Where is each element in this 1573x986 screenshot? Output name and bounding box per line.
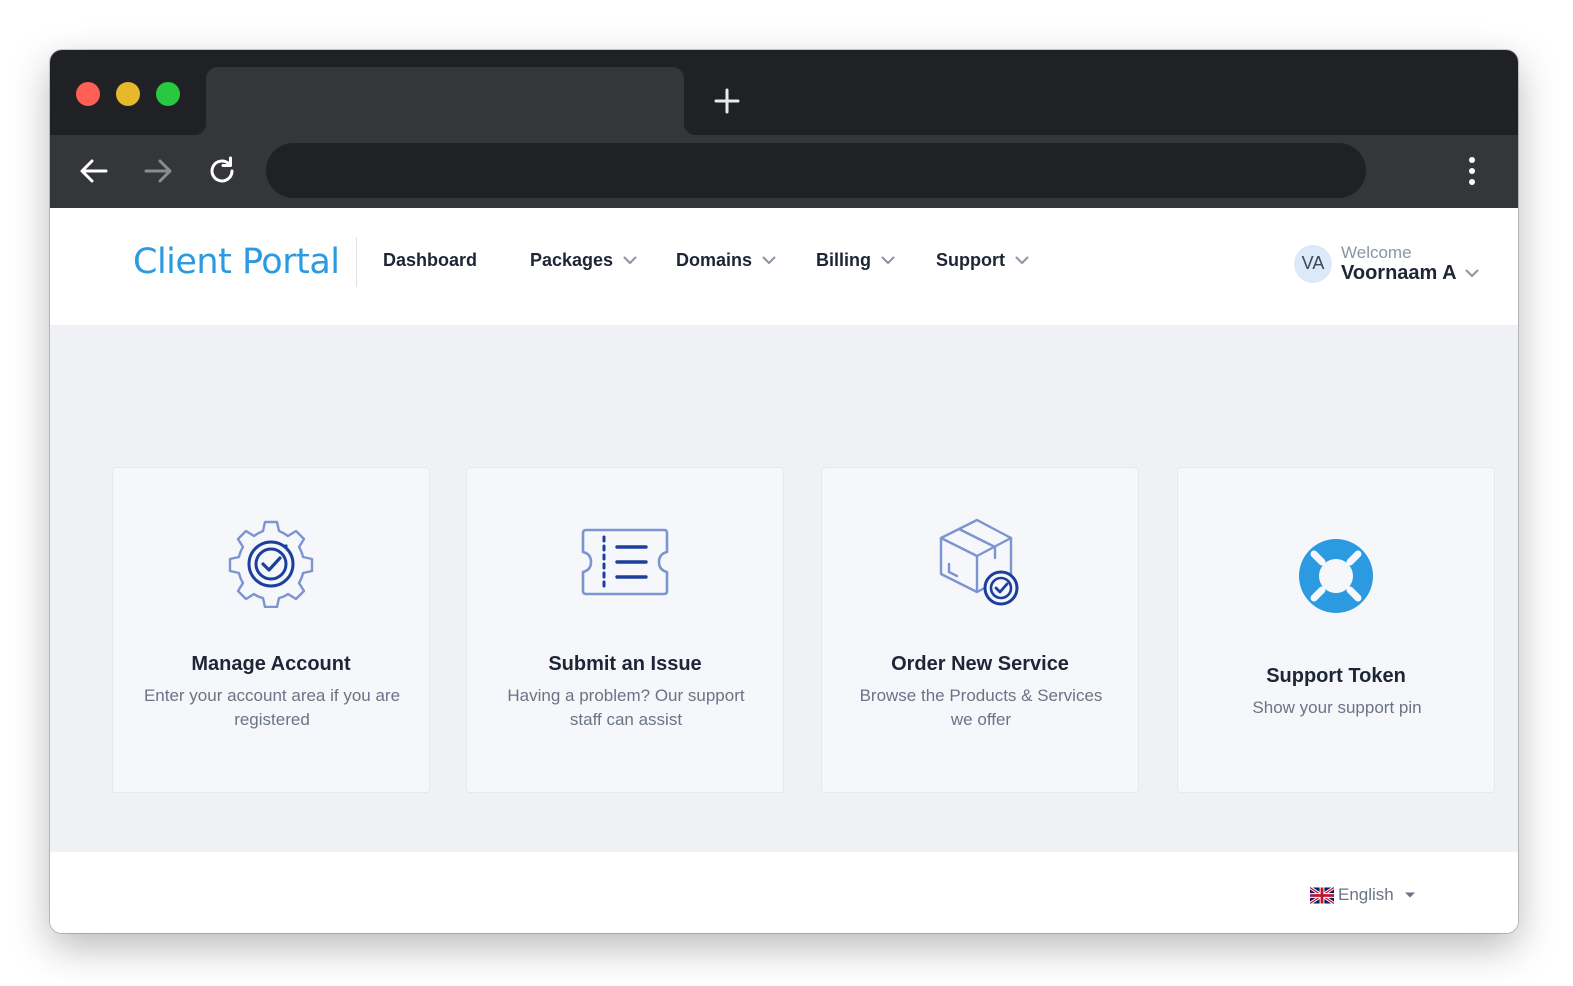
nav-label: Support xyxy=(936,250,1005,270)
nav-support[interactable]: Support xyxy=(936,250,1029,271)
address-bar[interactable] xyxy=(266,143,1366,198)
back-arrow-icon[interactable] xyxy=(76,153,112,189)
reload-icon[interactable] xyxy=(204,153,240,189)
card-description: Enter your account area if you are regis… xyxy=(143,686,401,729)
browser-toolbar xyxy=(50,135,1518,208)
card-title: Submit an Issue xyxy=(548,653,702,675)
site-header: Client Portal Dashboard Packages Domains… xyxy=(50,208,1518,325)
chevron-down-icon xyxy=(762,256,776,264)
user-name-row: Voornaam A xyxy=(1341,263,1479,283)
close-window-button[interactable] xyxy=(76,82,100,106)
user-name: Voornaam A xyxy=(1341,262,1457,284)
card-description: Browse the Products & Services we offer xyxy=(859,686,1103,729)
browser-tab[interactable] xyxy=(194,67,696,135)
browser-menu-icon[interactable] xyxy=(1460,154,1484,188)
card-title: Support Token xyxy=(1266,665,1406,687)
language-label: English xyxy=(1338,885,1394,904)
card-title: Manage Account xyxy=(191,653,351,675)
language-selector[interactable]: English xyxy=(1310,885,1416,905)
card-description: Show your support pin xyxy=(1252,698,1422,717)
portal-page: Client Portal Dashboard Packages Domains… xyxy=(50,208,1518,933)
site-footer: English xyxy=(50,852,1518,933)
ticket-list-icon xyxy=(581,528,669,596)
card-description: Having a problem? Our support staff can … xyxy=(507,686,745,729)
nav-billing[interactable]: Billing xyxy=(816,250,895,271)
new-tab-icon[interactable] xyxy=(712,86,742,116)
card-submit-issue[interactable]: Submit an Issue Having a problem? Our su… xyxy=(466,467,784,793)
chevron-down-icon xyxy=(1465,269,1479,277)
card-manage-account[interactable]: Manage Account Enter your account area i… xyxy=(112,467,430,793)
chevron-down-icon xyxy=(623,256,637,264)
nav-dashboard[interactable]: Dashboard xyxy=(383,250,477,271)
nav-label: Dashboard xyxy=(383,250,478,270)
maximize-window-button[interactable] xyxy=(156,82,180,106)
minimize-window-button[interactable] xyxy=(116,82,140,106)
lifebuoy-icon xyxy=(1299,539,1373,613)
card-support-token[interactable]: Support Token Show your support pin xyxy=(1177,467,1495,793)
brand-logo[interactable]: Client Portal xyxy=(133,242,340,282)
nav-packages[interactable]: Packages xyxy=(530,250,637,271)
browser-window: Client Portal Dashboard Packages Domains… xyxy=(50,50,1518,933)
nav-label: Packages xyxy=(530,250,614,270)
forward-arrow-icon[interactable] xyxy=(140,153,176,189)
chevron-down-icon xyxy=(1015,256,1029,264)
card-title: Order New Service xyxy=(891,653,1069,675)
uk-flag-icon xyxy=(1310,886,1334,904)
caret-down-icon xyxy=(1404,892,1415,898)
package-check-icon xyxy=(939,518,1019,606)
browser-titlebar xyxy=(50,50,1518,135)
user-menu[interactable]: VA Welcome Voornaam A xyxy=(1294,244,1479,283)
chevron-down-icon xyxy=(881,256,895,264)
nav-label: Billing xyxy=(816,250,871,270)
card-order-service[interactable]: Order New Service Browse the Products & … xyxy=(821,467,1139,793)
welcome-label: Welcome xyxy=(1341,243,1412,262)
avatar: VA xyxy=(1294,244,1332,283)
nav-domains[interactable]: Domains xyxy=(676,250,776,271)
header-divider xyxy=(356,237,357,287)
user-text: Welcome Voornaam A xyxy=(1341,244,1479,283)
gear-check-icon xyxy=(228,520,314,608)
nav-label: Domains xyxy=(676,250,753,270)
